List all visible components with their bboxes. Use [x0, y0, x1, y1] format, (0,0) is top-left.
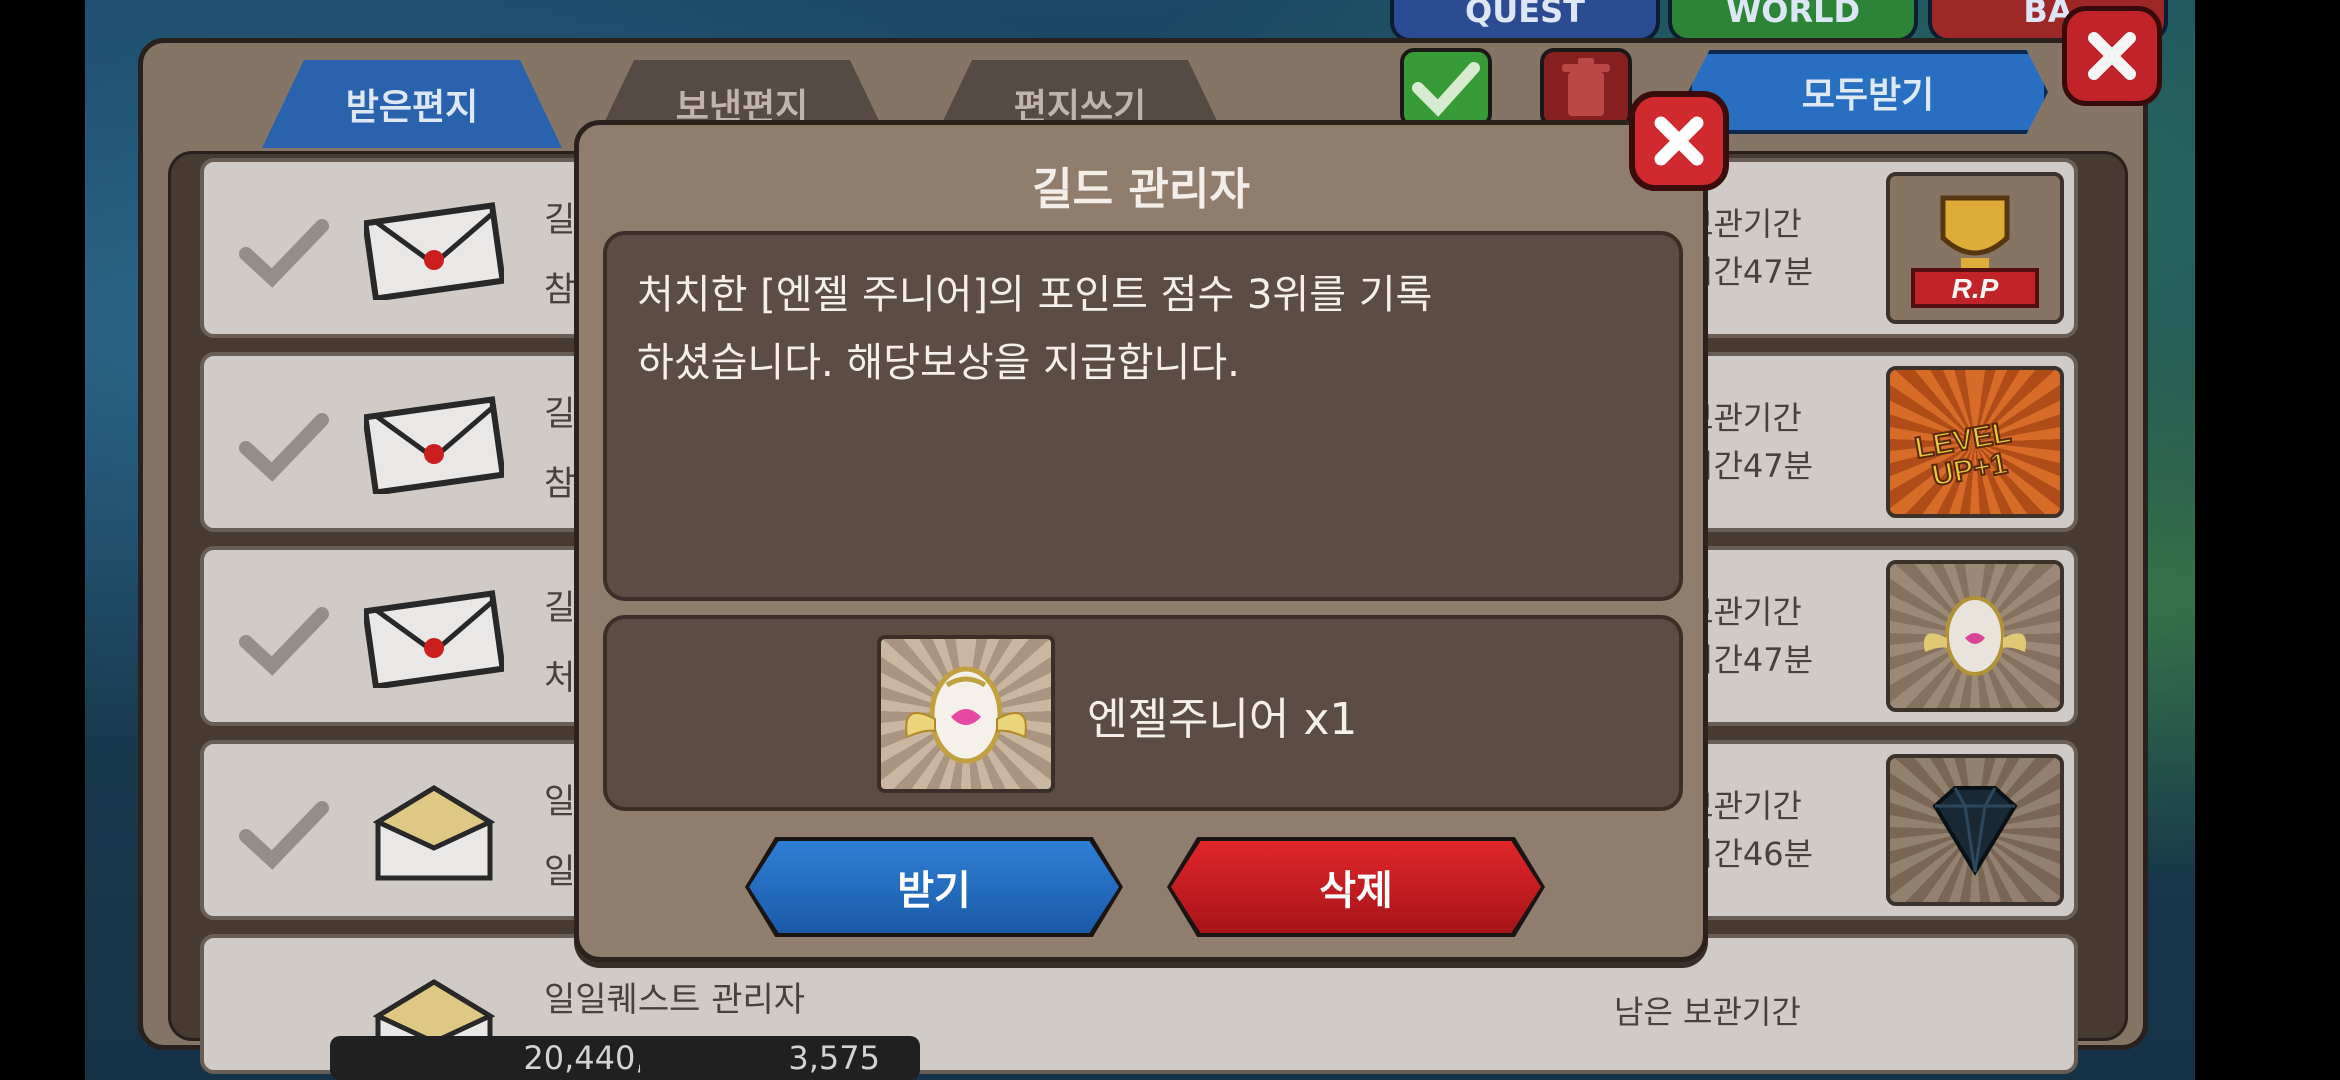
- message-line: 하셨습니다. 해당보상을 지급합니다.: [637, 340, 1240, 386]
- reward-panel: 엔젤주니어 x1: [603, 615, 1683, 811]
- message-body: 처치한 [엔젤 주니어]의 포인트 점수 3위를 기록 하셨습니다. 해당보상을…: [603, 231, 1683, 601]
- reward-name: 엔젤주니어 x1: [1087, 694, 1358, 745]
- message-line: 처치한 [엔젤 주니어]의 포인트 점수 3위를 기록: [637, 272, 1433, 318]
- mail-detail-dialog: 길드 관리자 처치한 [엔젤 주니어]의 포인트 점수 3위를 기록 하셨습니다…: [574, 91, 1729, 962]
- close-dialog-button[interactable]: [1629, 91, 1729, 191]
- angel-egg-icon: [877, 635, 1055, 793]
- delete-button[interactable]: 삭제: [1171, 841, 1541, 933]
- dialog-title: 길드 관리자: [1032, 164, 1250, 215]
- receive-button[interactable]: 받기: [749, 841, 1119, 933]
- close-icon: [1654, 116, 1704, 166]
